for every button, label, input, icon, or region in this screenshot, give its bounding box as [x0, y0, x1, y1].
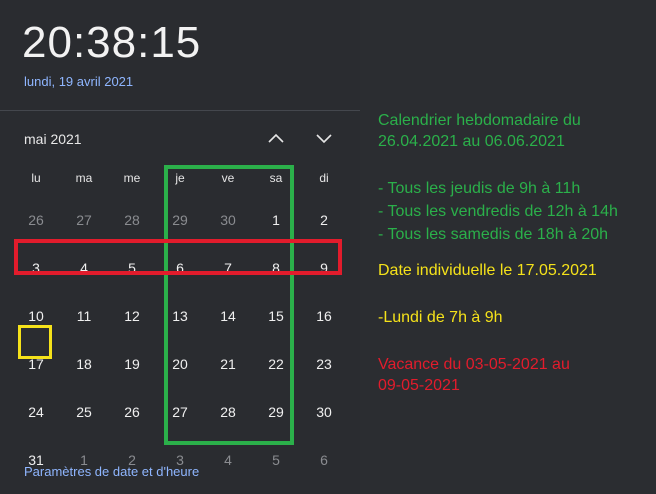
note-individual-time: -Lundi de 7h à 9h — [378, 309, 503, 326]
calendar-day[interactable]: 24 — [12, 388, 60, 436]
calendar-day[interactable]: 12 — [108, 292, 156, 340]
note-weekly-title-2: 26.04.2021 au 06.06.2021 — [378, 133, 565, 150]
next-month-button[interactable] — [310, 126, 338, 150]
calendar-day[interactable]: 28 — [108, 196, 156, 244]
weekday-label: me — [123, 171, 141, 185]
note-individual-date: Date individuelle le 17.05.2021 — [378, 262, 597, 279]
calendar-day[interactable]: 19 — [108, 340, 156, 388]
calendar-flyout: 20:38:15 lundi, 19 avril 2021 mai 2021 l… — [0, 0, 360, 494]
chevron-down-icon — [316, 134, 332, 144]
note-weekly-item-2: - Tous les vendredis de 12h à 14h — [378, 203, 618, 220]
note-weekly-title-1: Calendrier hebdomadaire du — [378, 112, 581, 129]
calendar-day[interactable]: 16 — [300, 292, 348, 340]
calendar-day[interactable]: 26 — [108, 388, 156, 436]
divider — [0, 110, 360, 111]
note-vacation-2: 09-05-2021 — [378, 377, 460, 394]
calendar-day[interactable]: 6 — [300, 436, 348, 484]
calendar-day[interactable]: 26 — [12, 196, 60, 244]
calendar-day[interactable]: 30 — [300, 388, 348, 436]
date-time-settings-link[interactable]: Paramètres de date et d'heure — [24, 464, 199, 479]
current-date-link[interactable]: lundi, 19 avril 2021 — [24, 74, 133, 89]
note-weekly-item-3: - Tous les samedis de 18h à 20h — [378, 226, 609, 243]
calendar-day[interactable]: 25 — [60, 388, 108, 436]
note-vacation-1: Vacance du 03-05-2021 au — [378, 356, 570, 373]
weekday-label: lu — [31, 171, 41, 185]
weekday-label: di — [319, 171, 329, 185]
calendar-day[interactable]: 11 — [60, 292, 108, 340]
individual-date-highlight — [18, 325, 52, 359]
note-weekly-item-1: - Tous les jeudis de 9h à 11h — [378, 180, 581, 197]
chevron-up-icon — [268, 133, 284, 143]
weekly-schedule-highlight — [164, 165, 294, 445]
calendar-day[interactable]: 2 — [300, 196, 348, 244]
weekday-label: ma — [75, 171, 93, 185]
calendar-day[interactable]: 18 — [60, 340, 108, 388]
calendar-day[interactable]: 27 — [60, 196, 108, 244]
clock-time: 20:38:15 — [22, 18, 202, 67]
vacation-highlight — [14, 239, 342, 275]
previous-month-button[interactable] — [262, 126, 290, 150]
calendar-day[interactable]: 23 — [300, 340, 348, 388]
month-label[interactable]: mai 2021 — [24, 131, 82, 147]
